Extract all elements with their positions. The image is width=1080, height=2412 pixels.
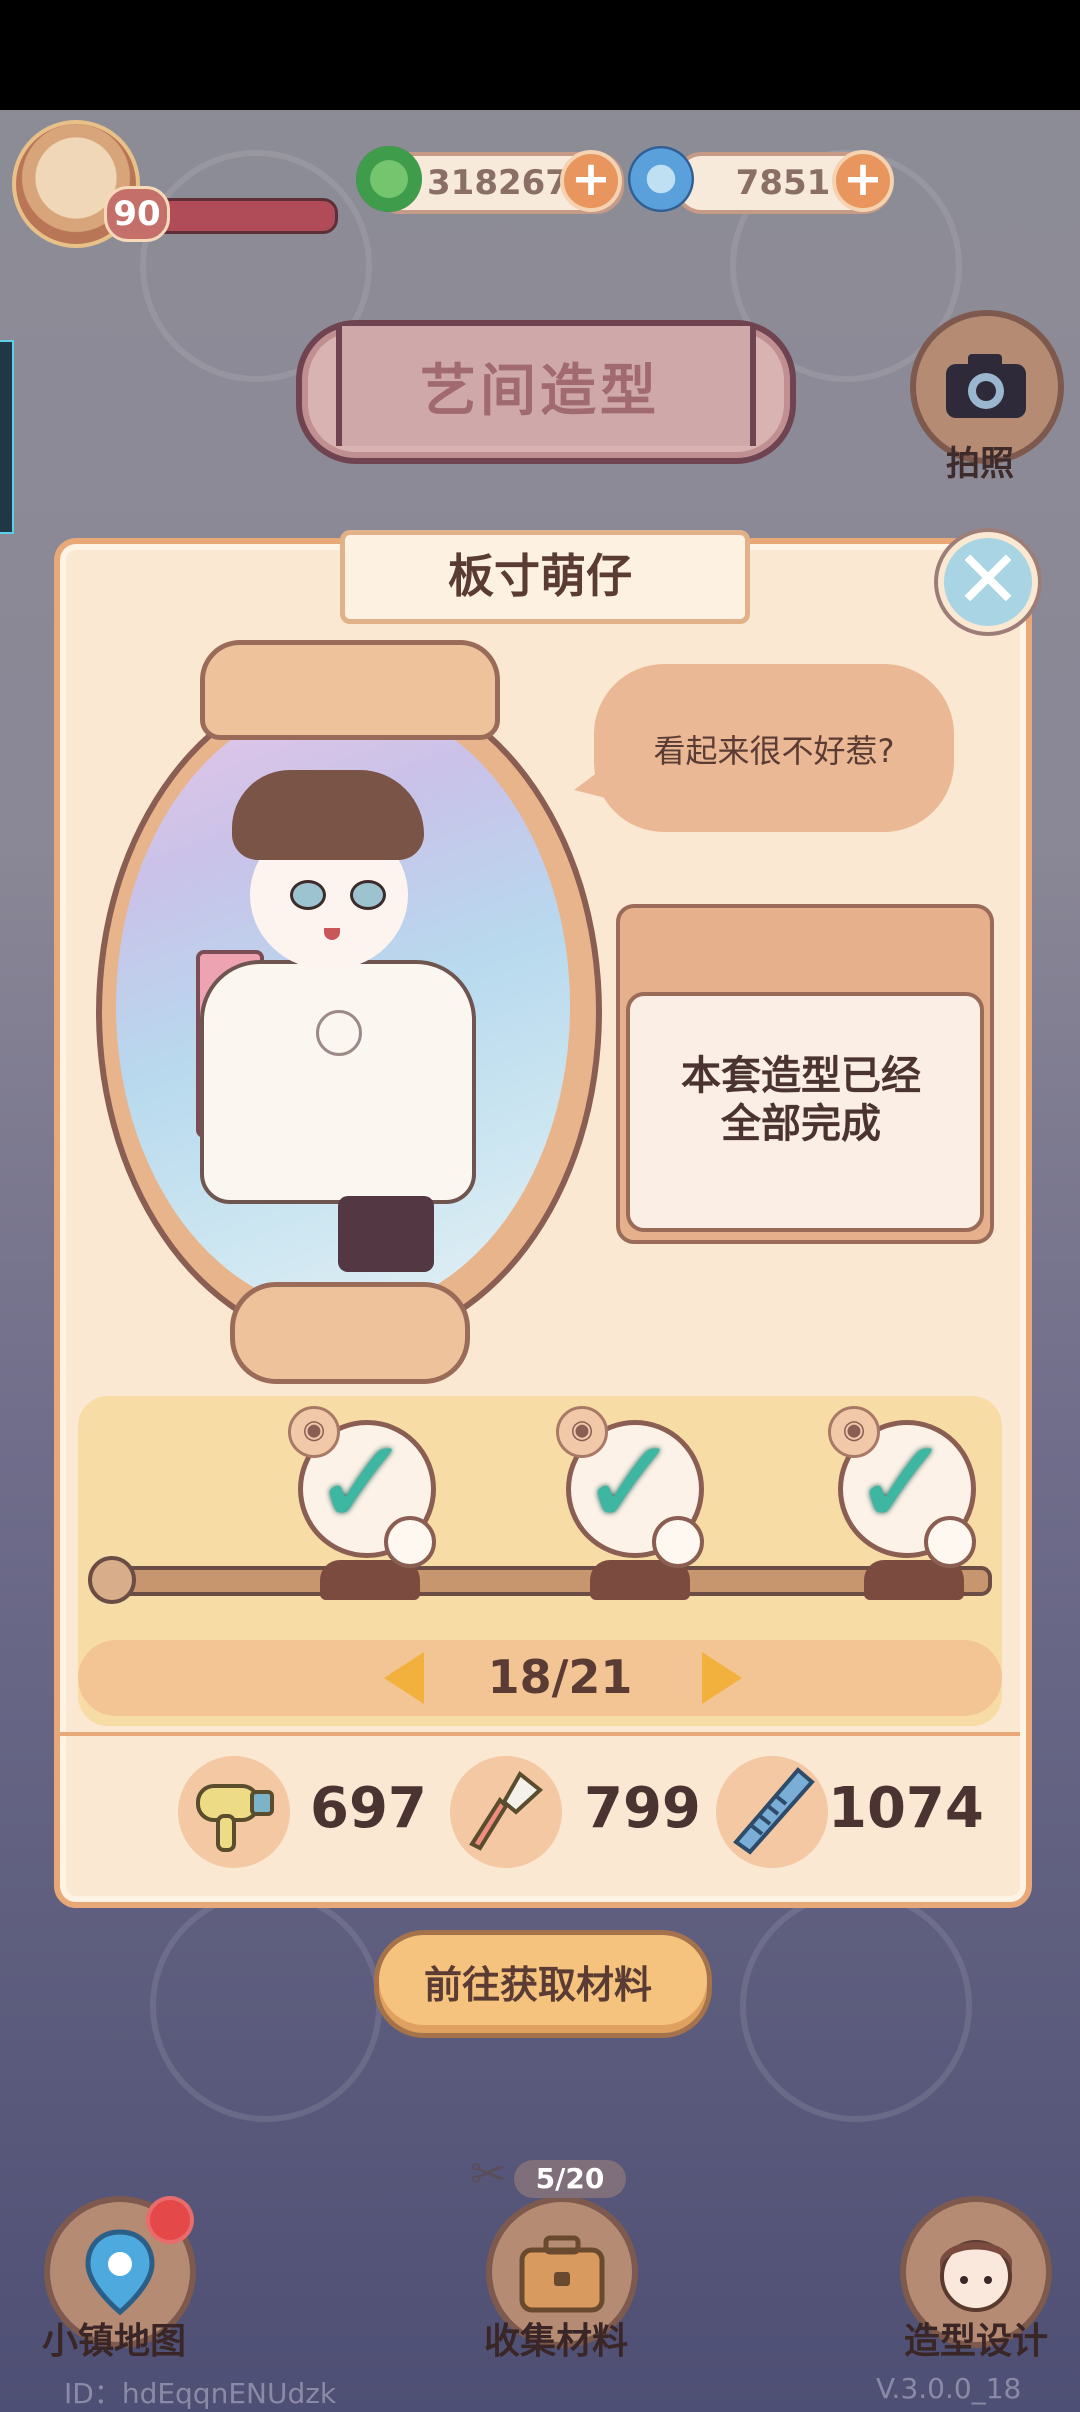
makeup-brush-count: 799 — [584, 1776, 701, 1841]
clover-icon — [356, 146, 422, 212]
character-cape — [200, 960, 476, 1204]
version-label: V.3.0.0_18 — [876, 2372, 1022, 2405]
leaf-currency-value: 318267 — [427, 163, 569, 203]
flower-emblem-icon — [316, 1010, 362, 1056]
swirl-currency-value: 7851 — [735, 163, 831, 203]
makeup-brush-icon — [450, 1756, 562, 1868]
materials-divider — [54, 1732, 1020, 1736]
completion-text: 本套造型已经 全部完成 — [626, 1052, 976, 1148]
get-materials-label: 前往获取材料 — [423, 1963, 652, 2007]
character-eye — [290, 880, 326, 910]
notification-badge — [146, 2196, 194, 2244]
stage-marker — [924, 1516, 976, 1568]
background-sun-decoration — [150, 1890, 382, 2122]
panel-title: 板寸萌仔 — [448, 549, 632, 603]
style-design-label: 造型设计 — [903, 2321, 1048, 2362]
mirror-top-ornament — [200, 640, 500, 740]
screen-title: 艺间造型 — [420, 359, 660, 424]
next-style-arrow-icon[interactable] — [702, 1652, 742, 1704]
player-id: ID：hdEqqnENUdzk — [64, 2377, 337, 2410]
progress-track-start — [88, 1556, 136, 1604]
collect-materials-counter: 5/20 — [514, 2160, 626, 2198]
swirl-icon — [628, 146, 694, 212]
view-stage-1-eye-icon[interactable]: ◉ — [288, 1406, 340, 1458]
background-sun-decoration — [740, 1890, 972, 2122]
stage-marker — [652, 1516, 704, 1568]
status-bar — [0, 0, 1080, 110]
comb-icon — [716, 1756, 828, 1868]
view-stage-3-eye-icon[interactable]: ◉ — [828, 1406, 880, 1458]
completion-text-line2: 全部完成 — [721, 1101, 881, 1147]
character-hair — [232, 770, 424, 860]
camera-label: 拍照 — [946, 444, 1014, 484]
character-boots — [338, 1196, 434, 1272]
experience-bar — [150, 198, 338, 234]
comb-count: 1074 — [828, 1776, 984, 1841]
side-tab[interactable] — [0, 340, 14, 534]
town-map-label: 小镇地图 — [41, 2321, 186, 2362]
mirror-bottom-ornament — [230, 1282, 470, 1384]
level-badge: 90 — [104, 186, 170, 242]
add-leaf-currency-button[interactable]: + — [560, 150, 622, 212]
add-swirl-currency-button[interactable]: + — [832, 150, 894, 212]
hair-dryer-count: 697 — [310, 1776, 427, 1841]
close-button[interactable]: ✕ — [938, 532, 1038, 632]
scissors-icon: ✂ — [470, 2149, 507, 2200]
previous-style-arrow-icon[interactable] — [384, 1652, 424, 1704]
hair-dryer-icon — [178, 1756, 290, 1868]
completion-text-line1: 本套造型已经 — [681, 1053, 921, 1099]
character-eye — [350, 880, 386, 910]
stage-marker — [384, 1516, 436, 1568]
speech-text: 看起来很不好惹? — [653, 732, 895, 770]
style-page-counter: 18/21 — [487, 1650, 633, 1704]
view-stage-2-eye-icon[interactable]: ◉ — [556, 1406, 608, 1458]
progress-track — [104, 1566, 992, 1596]
collect-materials-label: 收集材料 — [483, 2321, 628, 2362]
